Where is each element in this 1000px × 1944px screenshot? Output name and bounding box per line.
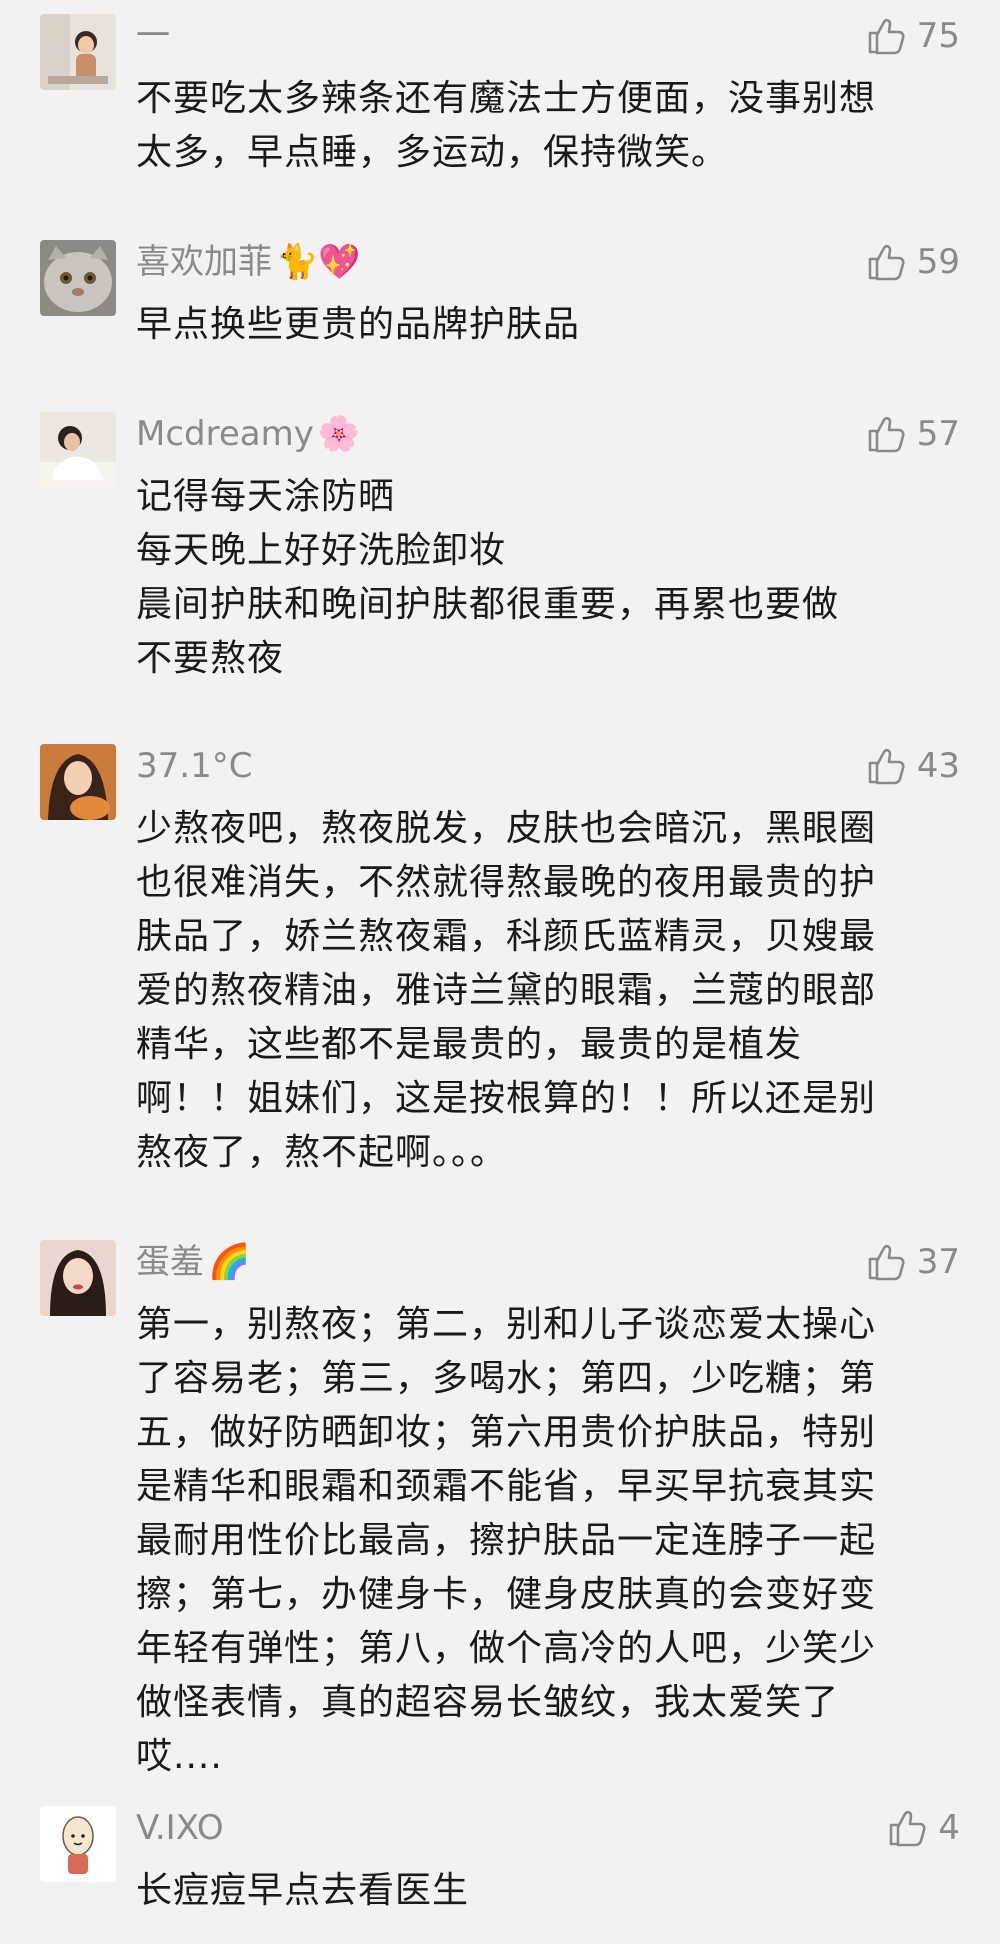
comment-line: 啊！！姐妹们，这是按根算的！！所以还是别	[136, 1078, 877, 1119]
nickname-text[interactable]: 喜欢加菲	[136, 242, 272, 282]
comment-text: 长痘痘早点去看医生	[136, 1864, 956, 1918]
comment-line: 做怪表情，真的超容易长皱纹，我太爱笑了	[136, 1682, 840, 1723]
avatar[interactable]	[40, 412, 116, 488]
comment-line: 不要吃太多辣条还有魔法士方便面，没事别想	[136, 78, 877, 119]
comment-line: 五，做好防晒卸妆；第六用贵价护肤品，特别	[136, 1412, 877, 1453]
avatar[interactable]	[40, 744, 116, 820]
avatar[interactable]	[40, 14, 116, 90]
comment-line: 不要熬夜	[136, 638, 285, 679]
comment-line: 肤品了，娇兰熬夜霜，科颜氏蓝精灵，贝嫂最	[136, 916, 877, 957]
comment-line: 长痘痘早点去看医生	[136, 1870, 470, 1911]
thumbs-up-icon	[868, 1244, 905, 1281]
avatar[interactable]	[40, 1806, 116, 1882]
nickname-emoji: 🐈💖	[276, 242, 361, 282]
comment-line: 太多，早点睡，多运动，保持微笑。	[136, 132, 729, 173]
like-button[interactable]: 4	[886, 1806, 960, 1850]
comment-line: 是精华和眼霜和颈霜不能省，早买早抗衰其实	[136, 1466, 877, 1507]
comment-text: 第一，别熬夜；第二，别和儿子谈恋爱太操心 了容易老；第三，多喝水；第四，少吃糖；…	[136, 1298, 956, 1784]
like-count: 37	[916, 1242, 960, 1282]
nickname[interactable]: V.IXO	[136, 1808, 224, 1848]
avatar[interactable]	[40, 240, 116, 316]
thumbs-up-icon	[890, 1810, 926, 1847]
like-count: 57	[916, 414, 960, 454]
comment-line: 爱的熬夜精油，雅诗兰黛的眼霜，兰蔻的眼部	[136, 970, 877, 1011]
like-button[interactable]: 59	[865, 240, 960, 284]
nickname-emoji: 🌸	[317, 414, 361, 454]
thumbs-up-icon	[868, 244, 905, 281]
comment-line: 晨间护肤和晚间护肤都很重要，再累也要做	[136, 584, 840, 625]
like-count: 75	[916, 16, 960, 56]
comment-text: 少熬夜吧，熬夜脱发，皮肤也会暗沉，黑眼圈 也很难消失，不然就得熬最晚的夜用最贵的…	[136, 802, 956, 1180]
comment-line: 第一，别熬夜；第二，别和儿子谈恋爱太操心	[136, 1304, 877, 1345]
comment-line: 早点换些更贵的品牌护肤品	[136, 304, 581, 345]
like-button[interactable]: 37	[865, 1240, 960, 1284]
avatar[interactable]	[40, 1240, 116, 1316]
like-button[interactable]: 43	[865, 744, 960, 788]
nickname[interactable]: 一	[136, 16, 170, 56]
nickname-text[interactable]: V.IXO	[136, 1808, 224, 1848]
thumbs-up-icon	[868, 416, 905, 453]
nickname[interactable]: 37.1°C	[136, 746, 252, 786]
comment-line: 少熬夜吧，熬夜脱发，皮肤也会暗沉，黑眼圈	[136, 808, 877, 849]
thumbs-up-icon	[868, 748, 905, 785]
like-count: 59	[916, 242, 960, 282]
comment-line: 每天晚上好好洗脸卸妆	[136, 530, 507, 571]
comment-line: 精华，这些都不是最贵的，最贵的是植发	[136, 1024, 803, 1065]
nickname-text[interactable]: Mcdreamy	[136, 414, 314, 454]
like-count: 43	[916, 746, 960, 786]
like-count: 4	[938, 1808, 960, 1848]
thumbs-up-icon	[868, 18, 905, 55]
comment-line: 熬夜了，熬不起啊。。。	[136, 1132, 508, 1173]
comment-line: 记得每天涂防晒	[136, 476, 396, 517]
nickname-emoji: 🌈	[208, 1242, 251, 1282]
comment-line: 最耐用性价比最高，擦护肤品一定连脖子一起	[136, 1520, 877, 1561]
comment-line: 了容易老；第三，多喝水；第四，少吃糖；第	[136, 1358, 877, 1399]
nickname-text[interactable]: 37.1°C	[136, 746, 252, 786]
nickname-text[interactable]: 一	[136, 16, 170, 56]
nickname[interactable]: Mcdreamy 🌸	[136, 414, 360, 454]
comment-line: 年轻有弹性；第八，做个高冷的人吧，少笑少	[136, 1628, 877, 1669]
nickname[interactable]: 喜欢加菲 🐈💖	[136, 242, 361, 282]
like-button[interactable]: 57	[865, 412, 960, 456]
comment-text: 早点换些更贵的品牌护肤品	[136, 298, 956, 352]
nickname-text[interactable]: 蛋羞	[136, 1242, 204, 1282]
comment-text: 记得每天涂防晒 每天晚上好好洗脸卸妆 晨间护肤和晚间护肤都很重要，再累也要做 不…	[136, 470, 956, 686]
nickname[interactable]: 蛋羞 🌈	[136, 1242, 250, 1282]
comment-line: 哎....	[136, 1736, 223, 1777]
like-button[interactable]: 75	[865, 14, 960, 58]
comment-line: 也很难消失，不然就得熬最晚的夜用最贵的护	[136, 862, 877, 903]
comment-text: 不要吃太多辣条还有魔法士方便面，没事别想 太多，早点睡，多运动，保持微笑。	[136, 72, 956, 180]
comment-line: 擦；第七，办健身卡，健身皮肤真的会变好变	[136, 1574, 877, 1615]
